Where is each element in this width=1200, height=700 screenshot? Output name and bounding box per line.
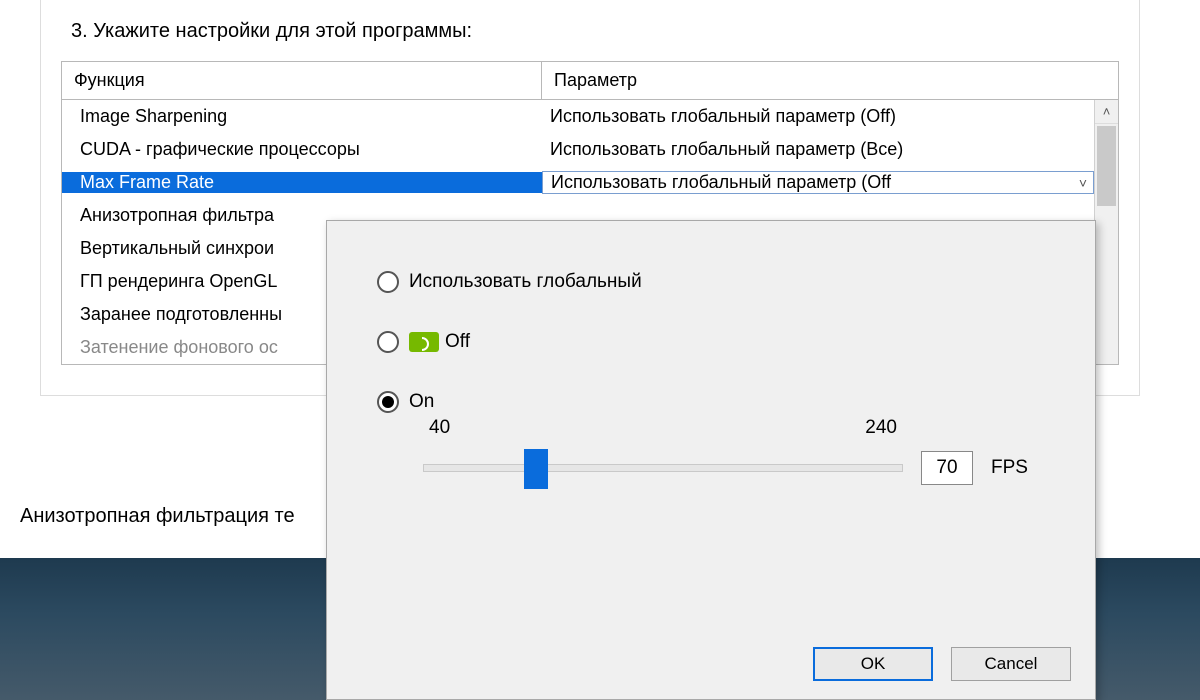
radio-label: On (409, 391, 434, 413)
slider-thumb[interactable] (524, 449, 548, 489)
cell-function: CUDA - графические процессоры (62, 139, 542, 160)
max-frame-rate-popup: Использовать глобальный Off On 40 240 70… (326, 220, 1096, 700)
dropdown-value: Использовать глобальный параметр (Off (551, 172, 891, 193)
radio-option-off[interactable]: Off (377, 331, 1065, 353)
radio-icon (377, 271, 399, 293)
radio-label: Off (445, 331, 470, 353)
slider-min-label: 40 (429, 417, 450, 439)
section-heading: 3. Укажите настройки для этой программы: (61, 20, 1119, 43)
fps-unit-label: FPS (991, 457, 1028, 479)
column-header-parameter: Параметр (542, 62, 1118, 99)
fps-slider[interactable] (423, 464, 903, 472)
cell-parameter: Использовать глобальный параметр (Все) (542, 139, 1094, 160)
column-header-function: Функция (62, 62, 542, 99)
slider-range-labels: 40 240 (423, 417, 903, 439)
table-row[interactable]: Image Sharpening Использовать глобальный… (62, 100, 1118, 133)
table-row[interactable]: CUDA - графические процессоры Использова… (62, 133, 1118, 166)
scroll-up-button[interactable]: ˄ (1095, 100, 1118, 124)
scroll-thumb[interactable] (1097, 126, 1116, 206)
radio-option-global[interactable]: Использовать глобальный (377, 271, 1065, 293)
radio-option-on[interactable]: On (377, 391, 1065, 413)
chevron-down-icon: ˅ (1079, 175, 1087, 191)
cell-function: Image Sharpening (62, 106, 542, 127)
fps-value-input[interactable]: 70 (921, 451, 973, 485)
nvidia-icon (409, 332, 439, 352)
cancel-button[interactable]: Cancel (951, 647, 1071, 681)
table-header: Функция Параметр (62, 62, 1118, 100)
slider-area: 40 240 70 FPS (423, 417, 1065, 485)
cell-parameter-dropdown[interactable]: Использовать глобальный параметр (Off ˅ (542, 171, 1094, 194)
ok-button[interactable]: OK (813, 647, 933, 681)
cell-parameter: Использовать глобальный параметр (Off) (542, 106, 1094, 127)
cell-function: Max Frame Rate (62, 172, 542, 193)
slider-max-label: 240 (865, 417, 897, 439)
footer-description: Анизотропная фильтрация те (20, 505, 295, 528)
table-row-selected[interactable]: Max Frame Rate Использовать глобальный п… (62, 166, 1118, 199)
radio-icon (377, 331, 399, 353)
radio-label: Использовать глобальный (409, 271, 642, 293)
radio-icon-checked (377, 391, 399, 413)
scrollbar[interactable]: ˄ (1094, 100, 1118, 364)
popup-button-bar: OK Cancel (813, 647, 1071, 681)
